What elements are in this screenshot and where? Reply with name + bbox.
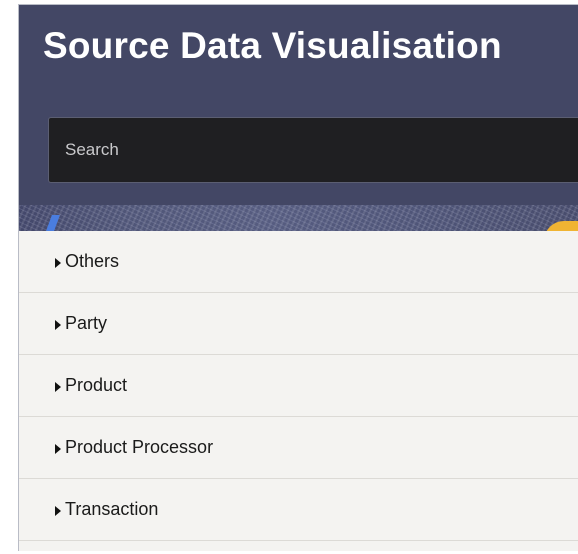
list-item-label: Others	[65, 251, 120, 271]
category-list: Others Party Product Product Processor T…	[19, 231, 578, 541]
list-item-product-processor[interactable]: Product Processor	[19, 417, 578, 479]
caret-right-icon	[55, 443, 61, 454]
list-item-party[interactable]: Party	[19, 293, 578, 355]
list-item-label: Transaction	[65, 499, 159, 519]
page-title: Source Data Visualisation	[43, 25, 502, 66]
caret-right-icon	[55, 505, 61, 516]
caret-right-icon	[55, 381, 61, 392]
list-item-label: Product Processor	[65, 437, 214, 457]
search-placeholder: Search	[65, 140, 119, 159]
list-item-others[interactable]: Others	[19, 231, 578, 293]
list-item-product[interactable]: Product	[19, 355, 578, 417]
caret-right-icon	[55, 319, 61, 330]
caret-right-icon	[55, 257, 61, 268]
search-input[interactable]: Search	[48, 117, 578, 183]
header-banner: Source Data Visualisation Search	[19, 5, 578, 231]
list-item-transaction[interactable]: Transaction	[19, 479, 578, 541]
app-frame: Source Data Visualisation Search Others …	[18, 4, 578, 551]
list-item-label: Party	[65, 313, 108, 333]
decorative-banner-pattern	[19, 205, 578, 231]
list-item-label: Product	[65, 375, 128, 395]
